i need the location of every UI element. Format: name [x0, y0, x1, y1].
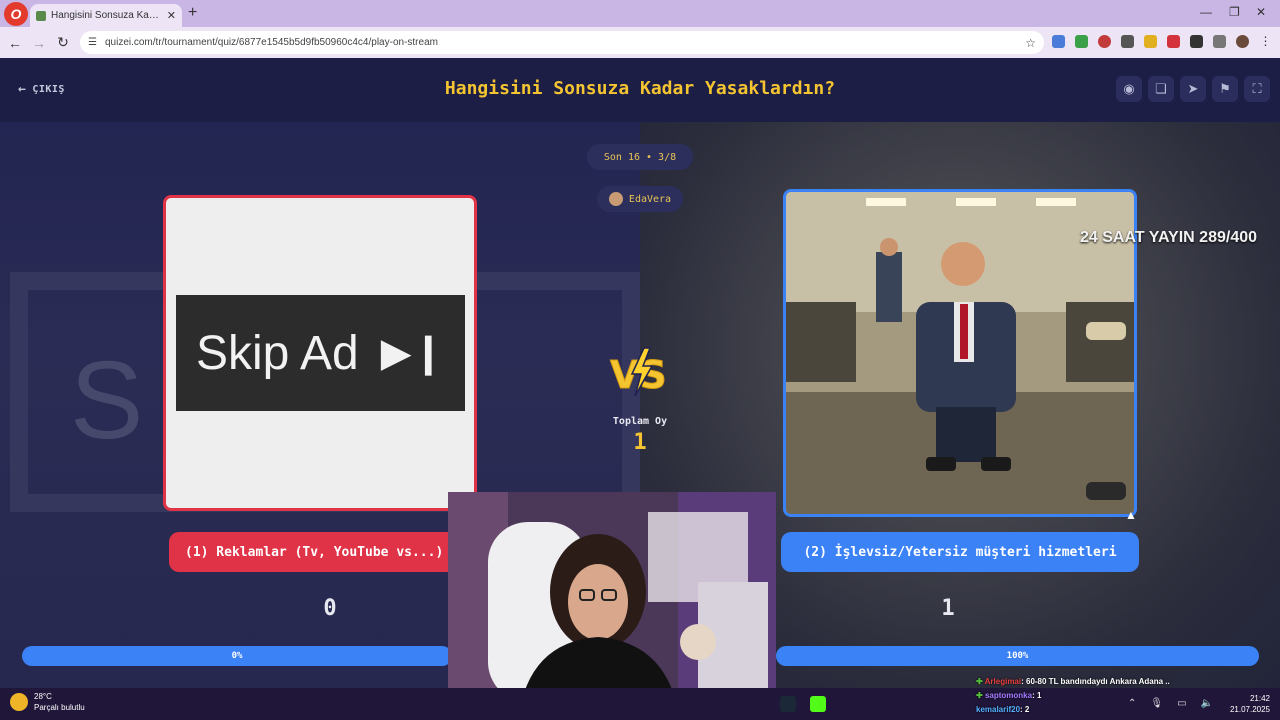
option-2-percent: 100%	[1006, 651, 1029, 661]
option-1-label: (1) Reklamlar (Tv, YouTube vs...)	[185, 544, 444, 560]
kick-live-icon[interactable]	[810, 696, 826, 712]
quiz-title: Hangisini Sonsuza Kadar Yasaklardın?	[444, 78, 836, 99]
skip-next-icon: ▶❙	[380, 331, 446, 375]
versus-icon: VS	[610, 347, 667, 398]
new-tab-icon[interactable]: +	[188, 4, 197, 22]
forward-icon[interactable]: →	[27, 35, 51, 51]
option-1-progress-bar: 0%	[22, 646, 452, 666]
total-votes-label: Toplam Oy	[612, 416, 668, 427]
flag-icon[interactable]: ⚑	[1212, 76, 1238, 102]
option-1-votes: 0	[323, 596, 337, 621]
header-actions: ◉ ❏ ➤ ⚑ ⛶	[1116, 76, 1270, 102]
stream-overlay-text: 24 SAAT YAYIN 289/400	[1080, 229, 1258, 246]
browser-menu-icon[interactable]: ⋮	[1259, 35, 1272, 48]
reload-icon[interactable]: ↻	[51, 34, 75, 51]
option-2-votes: 1	[941, 596, 955, 621]
stream-chat-overlay: ✚ Arlegimai: 60-80 TL bandındaydı Ankara…	[976, 675, 1206, 717]
browser-tab[interactable]: Hangisini Sonsuza Kadar Yasaklardın? ✕	[30, 4, 182, 27]
extension-icon[interactable]	[1167, 35, 1180, 48]
fullscreen-icon[interactable]: ⛶	[1244, 76, 1270, 102]
browser-logo-icon: O	[4, 2, 28, 26]
eye-icon[interactable]: ◉	[1116, 76, 1142, 102]
option-2-label: (2) İşlevsiz/Yetersiz müşteri hizmetleri	[803, 544, 1117, 560]
extensions-area: ⋮	[1052, 35, 1272, 48]
minimize-icon[interactable]: —	[1200, 5, 1212, 19]
weather-widget[interactable]: 28°C Parçalı bulutlu	[10, 691, 85, 713]
skip-ad-text: Skip Ad	[195, 326, 359, 380]
volume-icon[interactable]: 🔈	[1201, 698, 1213, 709]
round-indicator: Son 16 • 3/8	[587, 144, 693, 170]
steam-icon[interactable]	[780, 696, 796, 712]
sidebar-icon[interactable]	[1213, 35, 1226, 48]
send-icon[interactable]: ➤	[1180, 76, 1206, 102]
streamer-webcam	[448, 492, 776, 720]
site-info-icon[interactable]: ☰	[88, 37, 97, 48]
webcam-image	[448, 492, 776, 720]
quiz-header: ← ÇIKIŞ Hangisini Sonsuza Kadar Yasaklar…	[0, 58, 1280, 122]
restore-icon[interactable]: ❐	[1229, 5, 1240, 19]
clock-time: 21:42	[1249, 694, 1270, 703]
mouse-cursor-icon: ▲	[1125, 508, 1137, 522]
extensions-puzzle-icon[interactable]	[1190, 35, 1203, 48]
extension-icon[interactable]	[1098, 35, 1111, 48]
system-tray: ⌃ 🎙 ▭ 🔈	[1128, 698, 1213, 709]
microphone-icon[interactable]: 🎙	[1150, 698, 1163, 709]
option-2-button[interactable]: (2) İşlevsiz/Yetersiz müşteri hizmetleri	[781, 532, 1139, 572]
browser-toolbar: ← → ↻ ☰ quizei.com/tr/tournament/quiz/68…	[0, 27, 1280, 58]
author-avatar	[608, 192, 623, 206]
total-votes-value: 1	[633, 430, 647, 455]
left-background-blur-text: S	[70, 339, 144, 462]
bookmark-star-icon[interactable]: ☆	[1025, 36, 1036, 50]
skip-ad-image: Skip Ad ▶❙	[176, 295, 465, 411]
weather-sun-icon	[10, 693, 28, 711]
clock-date: 21.07.2025	[1229, 705, 1270, 714]
author-badge[interactable]: EdaVera	[597, 186, 683, 212]
translate-extension-icon[interactable]	[1052, 35, 1065, 48]
tab-favicon-icon	[36, 10, 46, 21]
url-text: quizei.com/tr/tournament/quiz/6877e1545b…	[104, 37, 438, 48]
wifi-icon[interactable]: ▭	[1177, 698, 1186, 709]
option-1-button[interactable]: (1) Reklamlar (Tv, YouTube vs...)	[169, 532, 459, 572]
tray-chevron-icon[interactable]: ⌃	[1128, 698, 1136, 709]
copy-icon[interactable]: ❏	[1148, 76, 1174, 102]
profile-avatar[interactable]	[1236, 35, 1249, 48]
tab-close-icon[interactable]: ✕	[167, 9, 176, 22]
close-window-icon[interactable]: ✕	[1256, 5, 1266, 19]
option-2-progress-bar: 100%	[776, 646, 1259, 666]
taskbar-clock[interactable]: 21:42 21.07.2025	[1222, 693, 1270, 715]
weather-condition: Parçalı bulutlu	[34, 703, 85, 712]
extension-icon[interactable]	[1144, 35, 1157, 48]
chat-message: ✚ Arlegimai: 60-80 TL bandındaydı Ankara…	[976, 677, 1170, 686]
browser-tab-bar: O Hangisini Sonsuza Kadar Yasaklardın? ✕…	[0, 0, 1280, 27]
weather-temperature: 28°C	[34, 692, 52, 701]
author-name: EdaVera	[628, 193, 672, 205]
option-1-percent: 0%	[231, 651, 243, 661]
extension-icon[interactable]	[1121, 35, 1134, 48]
option-1-card[interactable]: Skip Ad ▶❙	[163, 195, 477, 511]
back-icon[interactable]: ←	[3, 35, 27, 51]
address-bar[interactable]: ☰ quizei.com/tr/tournament/quiz/6877e154…	[80, 31, 1044, 54]
tab-title: Hangisini Sonsuza Kadar Yasaklardın?	[51, 10, 162, 21]
extension-icon[interactable]	[1075, 35, 1088, 48]
